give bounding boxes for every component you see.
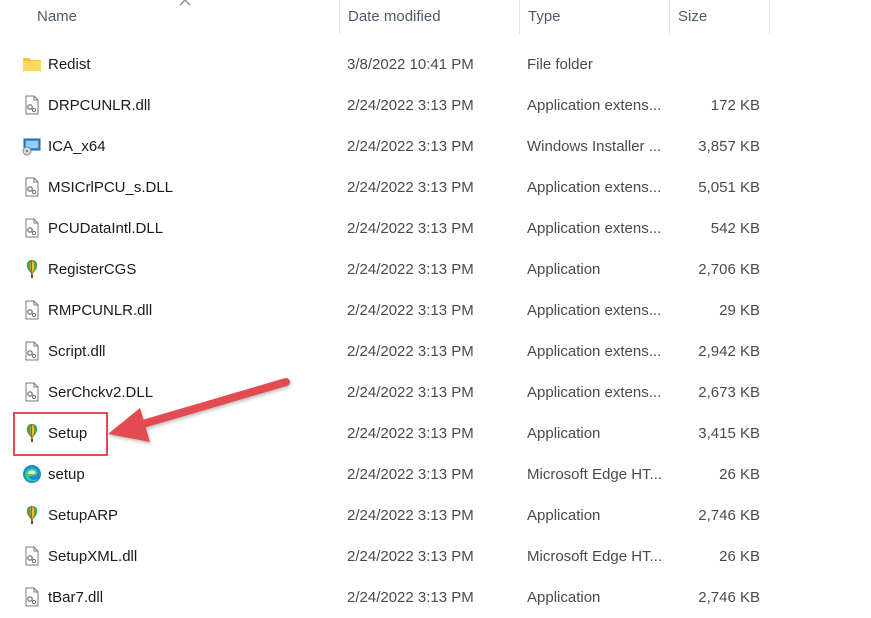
sort-up-icon: [179, 0, 191, 6]
file-type: Application extens...: [527, 179, 662, 196]
file-row[interactable]: PCUDataIntl.DLL 2/24/2022 3:13 PM Applicat…: [0, 208, 871, 249]
file-date-modified: 2/24/2022 3:13 PM: [347, 384, 474, 401]
annotation-arrow: [108, 378, 290, 442]
file-row[interactable]: setup 2/24/2022 3:13 PM Microsoft Edge HT.…: [0, 454, 871, 495]
file-size: 5,051 KB: [698, 179, 760, 196]
file-type: Microsoft Edge HT...: [527, 548, 663, 565]
file-row[interactable]: SetupARP 2/24/2022 3:13 PM Application 2,74…: [0, 495, 871, 536]
file-size: [668, 44, 760, 85]
file-type: Application extens...: [527, 97, 662, 114]
dll-file-icon: [22, 341, 42, 361]
balloon-app-icon: [22, 505, 42, 525]
file-row[interactable]: SetupXML.dll 2/24/2022 3:13 PM Microsoft E…: [0, 536, 871, 577]
file-type: Application extens...: [527, 384, 662, 401]
annotation-highlight-box: [13, 412, 108, 456]
file-name: Redist: [48, 56, 91, 73]
file-type: Application extens...: [527, 220, 662, 237]
file-date-modified: 2/24/2022 3:13 PM: [347, 466, 474, 483]
balloon-app-icon: [22, 259, 42, 279]
file-date-modified: 2/24/2022 3:13 PM: [347, 179, 474, 196]
file-date-modified: 2/24/2022 3:13 PM: [347, 548, 474, 565]
file-date-modified: 2/24/2022 3:13 PM: [347, 343, 474, 360]
file-type: Application extens...: [527, 343, 662, 360]
edge-icon: [22, 464, 42, 484]
file-size: 2,746 KB: [698, 507, 760, 524]
file-row[interactable]: RMPCUNLR.dll 2/24/2022 3:13 PM Application…: [0, 290, 871, 331]
file-name: PCUDataIntl.DLL: [48, 220, 164, 237]
file-size: 29 KB: [719, 302, 760, 319]
file-type: Application: [527, 425, 601, 442]
file-name: SetupARP: [48, 507, 119, 524]
file-size: 542 KB: [710, 220, 760, 237]
file-row[interactable]: Script.dll 2/24/2022 3:13 PM Application e…: [0, 331, 871, 372]
file-name: Script.dll: [48, 343, 106, 360]
file-row[interactable]: DRPCUNLR.dll 2/24/2022 3:13 PM Application…: [0, 85, 871, 126]
file-date-modified: 2/24/2022 3:13 PM: [347, 97, 474, 114]
file-name: ICA_x64: [48, 138, 106, 155]
file-type: Application extens...: [527, 302, 662, 319]
file-size: 26 KB: [719, 466, 760, 483]
file-type: Application: [527, 261, 601, 278]
file-name: setup: [48, 466, 85, 483]
dll-file-icon: [22, 587, 42, 607]
column-header-date[interactable]: Date modified: [340, 0, 518, 34]
file-size: 2,706 KB: [698, 261, 760, 278]
file-size: 2,942 KB: [698, 343, 760, 360]
column-header-type[interactable]: Type: [520, 0, 668, 34]
file-size: 2,673 KB: [698, 384, 760, 401]
file-row[interactable]: MSICrlPCU_s.DLL 2/24/2022 3:13 PM Applicat…: [0, 167, 871, 208]
folder-icon: [22, 54, 42, 74]
column-header-bar: Name Date modified Type Size: [0, 0, 871, 34]
file-size: 3,857 KB: [698, 138, 760, 155]
file-type: Microsoft Edge HT...: [527, 466, 663, 483]
column-header-size[interactable]: Size: [670, 0, 768, 34]
file-date-modified: 2/24/2022 3:13 PM: [347, 220, 474, 237]
file-name: RegisterCGS: [48, 261, 137, 278]
file-size: 172 KB: [710, 97, 760, 114]
file-type: File folder: [527, 56, 593, 73]
file-date-modified: 2/24/2022 3:13 PM: [347, 507, 474, 524]
dll-file-icon: [22, 95, 42, 115]
file-date-modified: 2/24/2022 3:13 PM: [347, 261, 474, 278]
file-type: Windows Installer ...: [527, 138, 662, 155]
file-row[interactable]: Redist 3/8/2022 10:41 PM File folder: [0, 44, 871, 85]
file-row[interactable]: ICA_x64 2/24/2022 3:13 PM Windows Installe…: [0, 126, 871, 167]
file-size: 26 KB: [719, 548, 760, 565]
dll-file-icon: [22, 300, 42, 320]
file-name: SetupXML.dll: [48, 548, 138, 565]
file-date-modified: 3/8/2022 10:41 PM: [347, 56, 474, 73]
file-name: DRPCUNLR.dll: [48, 97, 151, 114]
dll-file-icon: [22, 218, 42, 238]
file-date-modified: 2/24/2022 3:13 PM: [347, 302, 474, 319]
dll-file-icon: [22, 382, 42, 402]
file-name: MSICrlPCU_s.DLL: [48, 179, 174, 196]
column-divider[interactable]: [769, 0, 770, 34]
dll-file-icon: [22, 177, 42, 197]
file-size: 3,415 KB: [698, 425, 760, 442]
file-date-modified: 2/24/2022 3:13 PM: [347, 425, 474, 442]
file-name: RMPCUNLR.dll: [48, 302, 153, 319]
file-row[interactable]: RegisterCGS 2/24/2022 3:13 PM Application 2…: [0, 249, 871, 290]
installer-icon: [22, 136, 42, 156]
dll-file-icon: [22, 546, 42, 566]
file-type: Application: [527, 507, 601, 524]
file-date-modified: 2/24/2022 3:13 PM: [347, 138, 474, 155]
